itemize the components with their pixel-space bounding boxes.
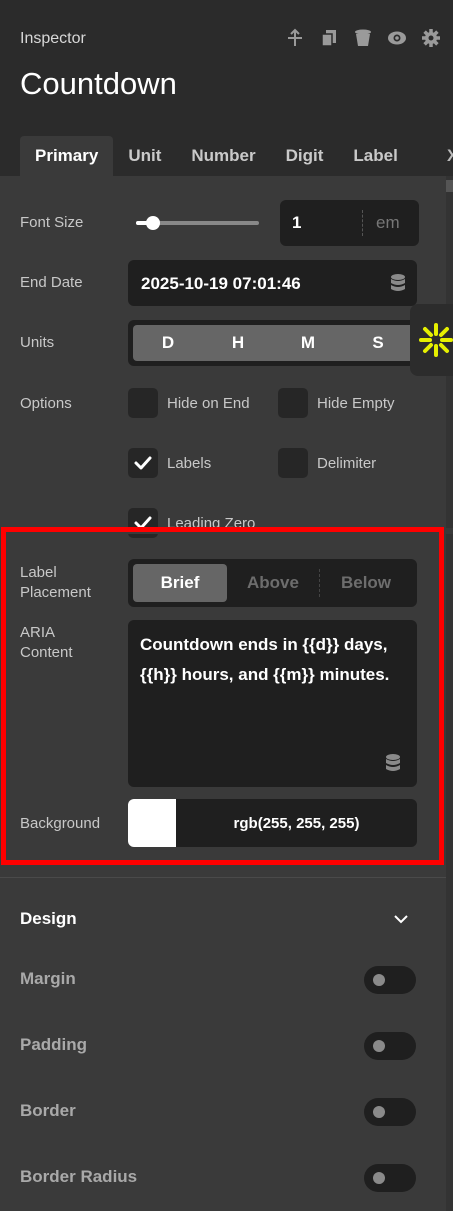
settings-icon[interactable] bbox=[421, 28, 441, 48]
copy-icon[interactable] bbox=[319, 28, 339, 48]
tab-overflow[interactable]: X bbox=[447, 136, 453, 176]
border-radius-label: Border Radius bbox=[20, 1167, 138, 1186]
font-size-label: Font Size bbox=[20, 214, 84, 231]
design-section-title[interactable]: Design bbox=[20, 909, 77, 929]
end-date-input[interactable]: 2025-10-19 07:01:46 bbox=[128, 260, 417, 306]
padding-label: Padding bbox=[20, 1035, 88, 1054]
border-toggle[interactable] bbox=[364, 1098, 416, 1126]
tab-number[interactable]: Number bbox=[176, 136, 270, 176]
font-size-slider-handle[interactable] bbox=[146, 216, 160, 230]
divider bbox=[362, 210, 363, 236]
border-radius-toggle[interactable] bbox=[364, 1164, 416, 1192]
page-title: Countdown bbox=[20, 66, 177, 101]
labels-checkbox[interactable] bbox=[128, 448, 158, 478]
margin-toggle[interactable] bbox=[364, 966, 416, 994]
header-actions bbox=[285, 28, 441, 48]
labels-label[interactable]: Labels bbox=[167, 454, 211, 474]
delimiter-label[interactable]: Delimiter bbox=[317, 454, 376, 474]
spark-icon bbox=[419, 323, 453, 357]
inspector-label: Inspector bbox=[20, 30, 86, 47]
font-size-unit[interactable]: em bbox=[376, 213, 400, 233]
hide-on-end-checkbox[interactable] bbox=[128, 388, 158, 418]
end-date-label: End Date bbox=[20, 274, 83, 291]
toggle-knob bbox=[373, 1040, 385, 1052]
units-label: Units bbox=[20, 334, 55, 351]
chevron-down-icon[interactable] bbox=[392, 910, 410, 928]
unit-hours-button[interactable]: H bbox=[203, 325, 273, 361]
end-date-value[interactable]: 2025-10-19 07:01:46 bbox=[141, 274, 301, 294]
tab-label[interactable]: Label bbox=[338, 136, 412, 176]
units-buttons: D H M S bbox=[133, 325, 416, 361]
border-label: Border bbox=[20, 1101, 76, 1120]
tab-unit[interactable]: Unit bbox=[113, 136, 176, 176]
tab-bar: Primary Unit Number Digit Label bbox=[20, 136, 413, 176]
options-label: Options bbox=[20, 395, 72, 412]
dynamic-content-icon[interactable] bbox=[389, 273, 407, 293]
toggle-knob bbox=[373, 1106, 385, 1118]
scrollbar-thumb[interactable] bbox=[446, 180, 453, 192]
delimiter-checkbox[interactable] bbox=[278, 448, 308, 478]
font-size-value[interactable]: 1 bbox=[292, 213, 301, 233]
tab-digit[interactable]: Digit bbox=[271, 136, 339, 176]
hide-on-end-label[interactable]: Hide on End bbox=[167, 394, 250, 414]
inspector-header: Inspector Countdown Primary Unit Number … bbox=[0, 0, 453, 176]
side-launcher-button[interactable] bbox=[410, 304, 453, 376]
hide-empty-checkbox[interactable] bbox=[278, 388, 308, 418]
unit-days-button[interactable]: D bbox=[133, 325, 203, 361]
unit-seconds-button[interactable]: S bbox=[343, 325, 413, 361]
visibility-icon[interactable] bbox=[387, 28, 407, 48]
margin-label: Margin bbox=[20, 969, 76, 988]
highlight-box bbox=[1, 527, 444, 865]
section-divider bbox=[0, 877, 446, 878]
units-selector: D H M S bbox=[128, 320, 417, 366]
toggle-knob bbox=[373, 974, 385, 986]
checkmark-icon bbox=[134, 456, 152, 470]
unit-minutes-button[interactable]: M bbox=[273, 325, 343, 361]
hide-empty-label[interactable]: Hide Empty bbox=[317, 394, 395, 414]
padding-toggle[interactable] bbox=[364, 1032, 416, 1060]
font-size-input[interactable]: 1 em bbox=[280, 200, 419, 246]
pin-icon[interactable] bbox=[285, 28, 305, 48]
toggle-knob bbox=[373, 1172, 385, 1184]
tab-primary[interactable]: Primary bbox=[20, 136, 114, 176]
delete-icon[interactable] bbox=[353, 28, 373, 48]
